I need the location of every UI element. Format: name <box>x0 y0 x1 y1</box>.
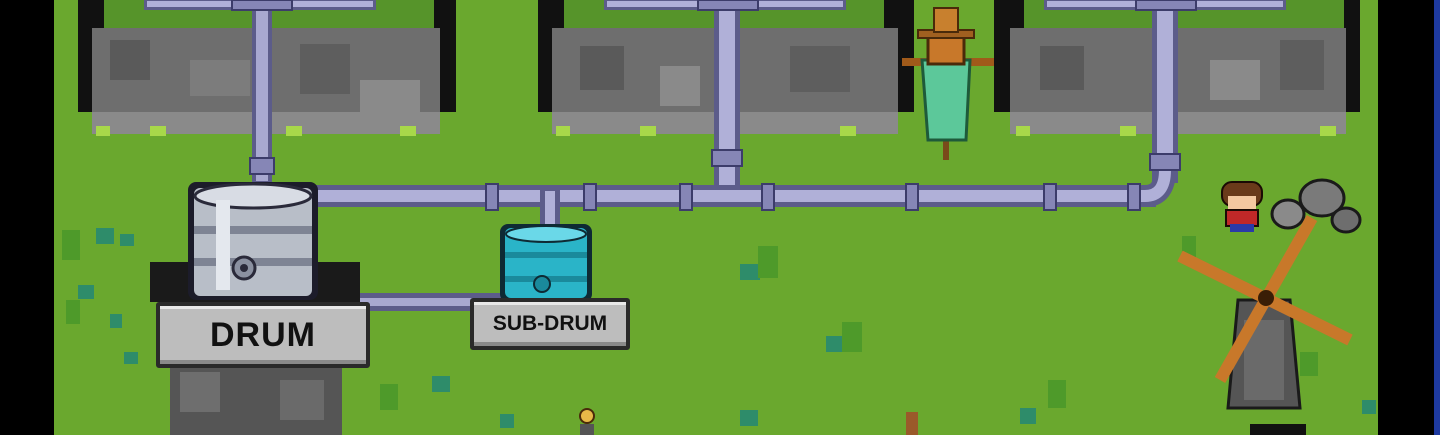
game-scene <box>62 0 1376 435</box>
sub-drum-label: SUB-DRUM <box>470 298 630 350</box>
fence-post <box>906 412 918 435</box>
dark-tile <box>1250 424 1306 435</box>
drum-label: DRUM <box>156 302 370 368</box>
scarecrow <box>902 7 994 160</box>
small-figure <box>579 408 595 435</box>
rock-pile <box>1270 178 1362 234</box>
villager <box>1221 181 1263 232</box>
sub-drum <box>500 224 592 302</box>
windmill <box>1177 215 1353 410</box>
game-viewport: DRUM SUB-DRUM <box>0 0 1440 435</box>
